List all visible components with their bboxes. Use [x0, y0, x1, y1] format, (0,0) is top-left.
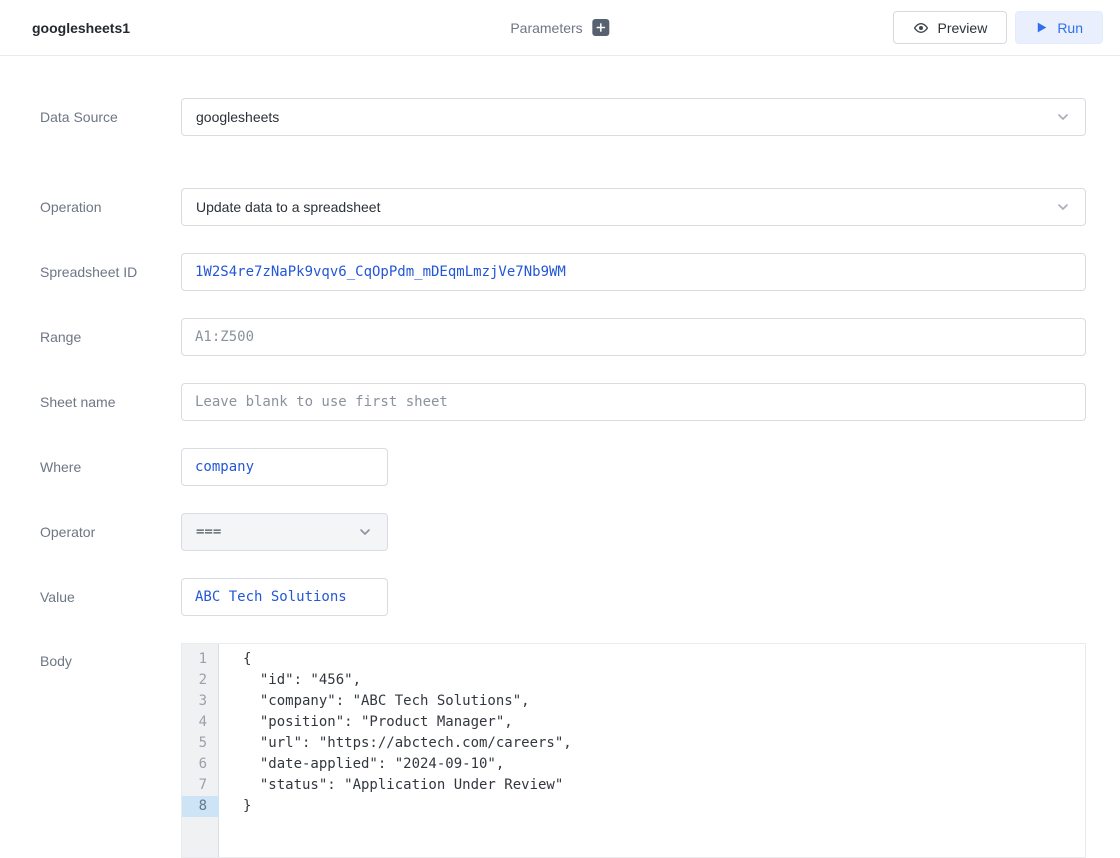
run-button-label: Run [1057, 20, 1083, 36]
field-row-body: Body 1{2 "id": "456",3 "company": "ABC T… [40, 643, 1086, 858]
chevron-down-icon [1055, 199, 1071, 215]
field-row-range: Range [40, 318, 1086, 356]
field-row-value: Value [40, 578, 1086, 616]
preview-button-label: Preview [938, 20, 988, 36]
field-row-data-source: Data Source googlesheets [40, 98, 1086, 136]
operator-value: === [196, 524, 221, 540]
field-row-spreadsheet-id: Spreadsheet ID [40, 253, 1086, 291]
line-number: 4 [182, 712, 219, 733]
line-number: 5 [182, 733, 219, 754]
code-line[interactable]: 4 "position": "Product Manager", [182, 712, 1085, 733]
value-input[interactable] [181, 578, 388, 616]
header-actions: Preview Run [893, 11, 1103, 44]
range-input[interactable] [181, 318, 1086, 356]
field-row-operator: Operator === [40, 513, 1086, 551]
step-title: googlesheets1 [32, 20, 130, 36]
where-input[interactable] [181, 448, 388, 486]
operation-label: Operation [40, 199, 181, 215]
data-source-select[interactable]: googlesheets [181, 98, 1086, 136]
eye-icon [913, 20, 929, 36]
line-number: 1 [182, 649, 219, 670]
field-row-where: Where [40, 448, 1086, 486]
operation-value: Update data to a spreadsheet [196, 199, 380, 215]
code-line-text: "company": "ABC Tech Solutions", [219, 691, 530, 712]
sheet-name-input[interactable] [181, 383, 1086, 421]
play-icon [1035, 21, 1048, 34]
line-number: 2 [182, 670, 219, 691]
body-code-editor[interactable]: 1{2 "id": "456",3 "company": "ABC Tech S… [181, 643, 1086, 858]
code-line-text: "status": "Application Under Review" [219, 775, 563, 796]
line-number: 3 [182, 691, 219, 712]
run-button[interactable]: Run [1015, 11, 1103, 44]
add-parameter-button[interactable] [593, 19, 610, 36]
operator-select[interactable]: === [181, 513, 388, 551]
header: googlesheets1 Parameters Preview Run [0, 0, 1120, 56]
range-label: Range [40, 329, 181, 345]
field-row-operation: Operation Update data to a spreadsheet [40, 188, 1086, 226]
field-row-sheet-name: Sheet name [40, 383, 1086, 421]
preview-button[interactable]: Preview [893, 11, 1008, 44]
code-line[interactable]: 6 "date-applied": "2024-09-10", [182, 754, 1085, 775]
body-label: Body [40, 643, 181, 669]
parameters-section: Parameters [510, 19, 609, 36]
code-lines: 1{2 "id": "456",3 "company": "ABC Tech S… [182, 649, 1085, 817]
chevron-down-icon [1055, 109, 1071, 125]
code-line[interactable]: 5 "url": "https://abctech.com/careers", [182, 733, 1085, 754]
chevron-down-icon [357, 524, 373, 540]
plus-icon [597, 23, 606, 32]
code-line-text: { [219, 649, 251, 670]
sheet-name-label: Sheet name [40, 394, 181, 410]
data-source-value: googlesheets [196, 109, 279, 125]
parameters-form: Data Source googlesheets Operation Updat… [0, 56, 1120, 858]
parameters-label: Parameters [510, 20, 582, 36]
operation-select[interactable]: Update data to a spreadsheet [181, 188, 1086, 226]
operator-label: Operator [40, 524, 181, 540]
code-line-text: "date-applied": "2024-09-10", [219, 754, 504, 775]
value-label: Value [40, 589, 181, 605]
data-source-label: Data Source [40, 109, 181, 125]
spreadsheet-id-input[interactable] [181, 253, 1086, 291]
code-line[interactable]: 3 "company": "ABC Tech Solutions", [182, 691, 1085, 712]
line-number: 8 [182, 796, 219, 817]
code-line[interactable]: 8} [182, 796, 1085, 817]
where-label: Where [40, 459, 181, 475]
line-number: 7 [182, 775, 219, 796]
code-line[interactable]: 1{ [182, 649, 1085, 670]
code-line-text: "url": "https://abctech.com/careers", [219, 733, 572, 754]
code-line-text: "position": "Product Manager", [219, 712, 513, 733]
code-line[interactable]: 2 "id": "456", [182, 670, 1085, 691]
code-line[interactable]: 7 "status": "Application Under Review" [182, 775, 1085, 796]
code-line-text: } [219, 796, 251, 817]
line-number: 6 [182, 754, 219, 775]
code-line-text: "id": "456", [219, 670, 361, 691]
spreadsheet-id-label: Spreadsheet ID [40, 264, 181, 280]
